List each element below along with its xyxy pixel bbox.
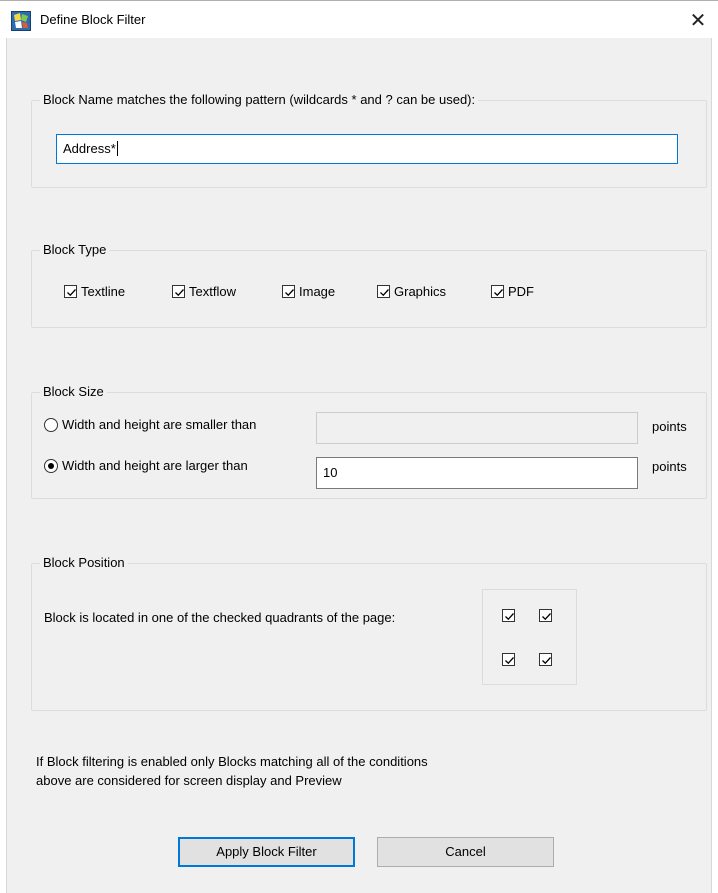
block-type-textline-checkbox[interactable]: Textline [64,284,125,299]
app-icon [11,11,31,31]
size-larger-value: 10 [323,465,338,480]
block-type-graphics-label: Graphics [394,284,447,299]
block-type-image-label: Image [299,284,336,299]
dialog-body: Block Name matches the following pattern… [6,38,712,893]
block-type-image-checkbox[interactable]: Image [282,284,335,299]
filter-note-line2: above are considered for screen display … [36,773,342,788]
block-type-pdf-label: PDF [508,284,534,299]
block-name-legend: Block Name matches the following pattern… [40,91,479,109]
quadrant-bottom-left-checkbox[interactable] [502,653,515,666]
apply-button-label: Apply Block Filter [216,844,317,859]
block-type-textline-label: Textline [81,284,126,299]
title-bar: Define Block Filter ✕ [0,0,718,38]
block-type-textflow-label: Textflow [189,284,236,299]
quadrant-top-right-checkbox[interactable] [539,609,552,622]
checkbox-checked-icon[interactable] [377,285,390,298]
size-smaller-input[interactable] [316,412,638,444]
block-name-pattern-input[interactable]: Address* [56,134,678,164]
size-larger-label: Width and height are larger than [62,458,248,473]
block-size-legend: Block Size [40,383,107,401]
block-type-textflow-checkbox[interactable]: Textflow [172,284,236,299]
size-larger-radio[interactable]: Width and height are larger than [44,458,248,473]
block-position-group: Block Position Block is located in one o… [31,554,707,711]
apply-block-filter-button[interactable]: Apply Block Filter [178,837,355,867]
block-type-legend: Block Type [40,241,110,259]
block-position-legend: Block Position [40,554,128,572]
quadrant-bottom-right-checkbox[interactable] [539,653,552,666]
checkbox-checked-icon[interactable] [491,285,504,298]
filter-note-line1: If Block filtering is enabled only Block… [36,754,428,769]
window-title: Define Block Filter [40,12,146,27]
cancel-button-label: Cancel [445,844,486,859]
radio-dot [48,462,54,469]
close-icon: ✕ [689,8,707,32]
radio-unselected-icon[interactable] [44,417,58,432]
radio-selected-icon[interactable] [44,458,58,473]
quadrant-top-left-checkbox[interactable] [502,609,515,622]
text-caret [116,141,118,156]
block-name-pattern-value: Address* [63,141,116,156]
quadrant-panel [482,589,577,685]
size-larger-input[interactable]: 10 [316,457,638,489]
size-smaller-radio[interactable]: Width and height are smaller than [44,417,256,432]
block-type-graphics-checkbox[interactable]: Graphics [377,284,446,299]
block-name-group: Block Name matches the following pattern… [31,91,707,188]
block-type-pdf-checkbox[interactable]: PDF [491,284,534,299]
block-size-group: Block Size Width and height are smaller … [31,383,707,499]
size-larger-unit: points [652,459,687,474]
checkbox-checked-icon[interactable] [64,285,77,298]
block-position-description: Block is located in one of the checked q… [44,610,396,625]
size-smaller-unit: points [652,419,687,434]
checkbox-checked-icon[interactable] [282,285,295,298]
size-smaller-label: Width and height are smaller than [62,417,257,432]
close-button[interactable]: ✕ [678,1,718,39]
cancel-button[interactable]: Cancel [377,837,554,867]
block-type-group: Block Type Textline Textflow Image Graph… [31,241,707,328]
checkbox-checked-icon[interactable] [172,285,185,298]
